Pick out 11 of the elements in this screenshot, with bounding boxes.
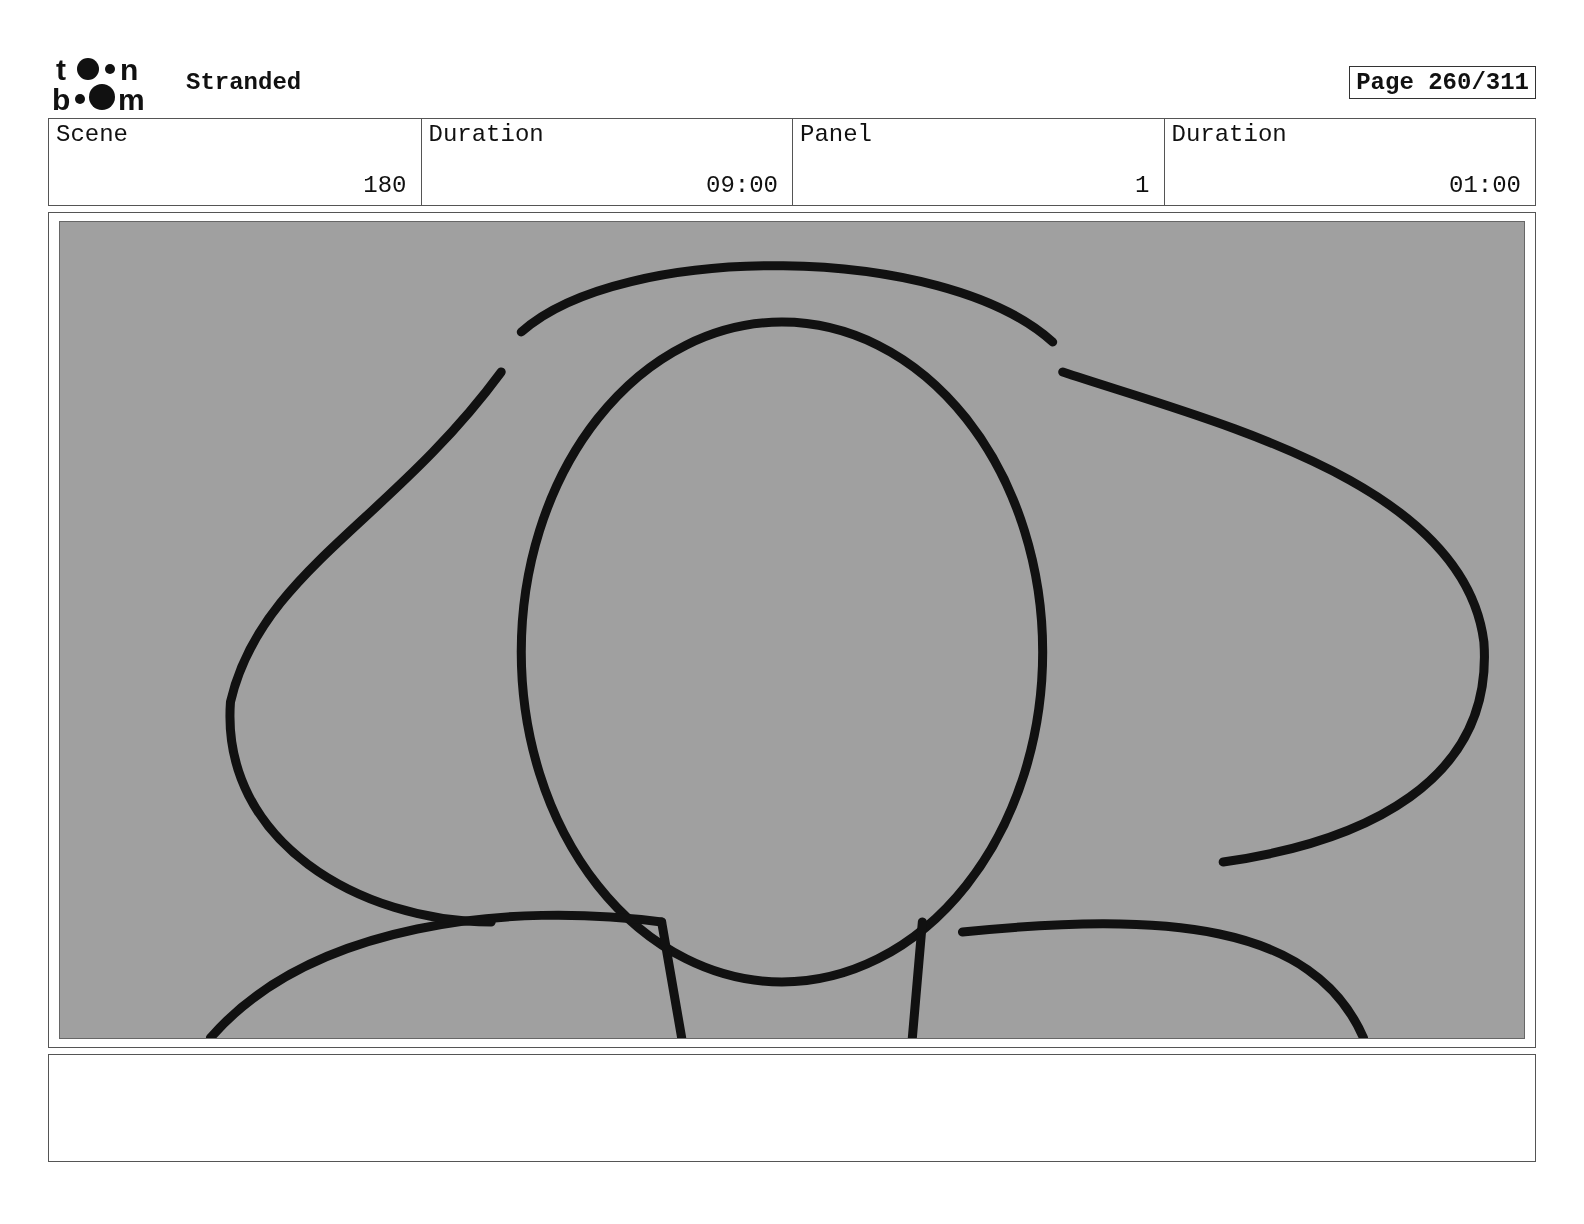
field-label: Duration <box>428 121 544 148</box>
field-value: 09:00 <box>706 172 778 199</box>
field-value: 1 <box>1135 172 1150 199</box>
field-label: Duration <box>1171 121 1287 148</box>
field-value: 01:00 <box>1449 172 1521 199</box>
field-label: Scene <box>56 121 128 148</box>
field-value: 180 <box>363 172 407 199</box>
project-title: Stranded <box>186 68 303 96</box>
logo-drawing: t n b m <box>52 52 164 112</box>
page-number: Page 260/311 <box>1349 65 1536 99</box>
field-label: Panel <box>800 121 872 148</box>
